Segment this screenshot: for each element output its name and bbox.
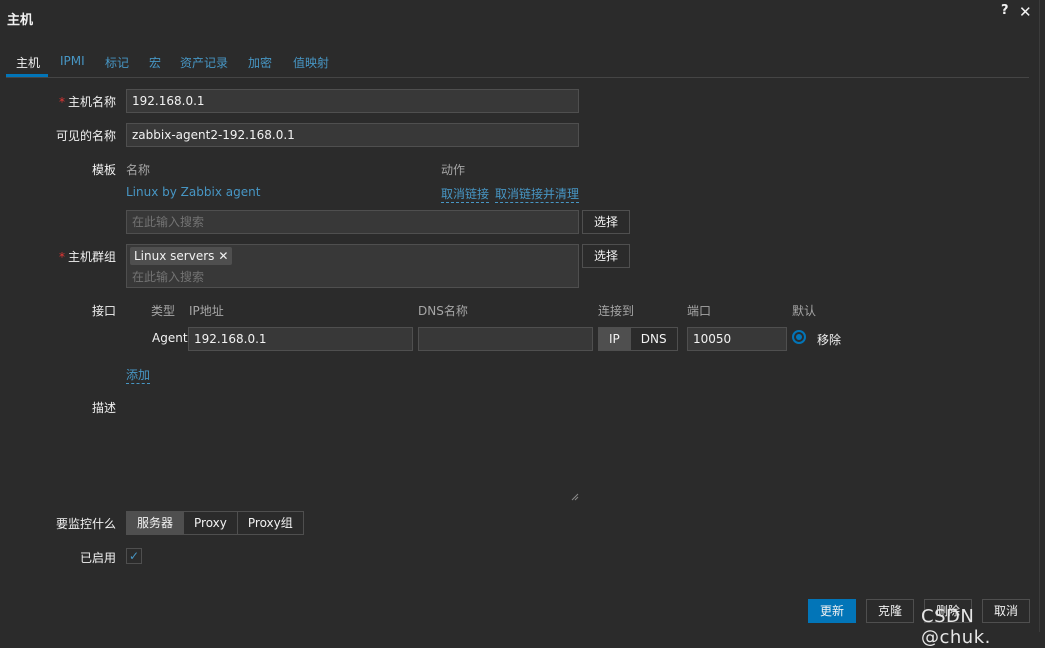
tab-value-mapping[interactable]: 值映射 (293, 54, 329, 71)
unlink-link[interactable]: 取消链接 (441, 185, 490, 203)
close-icon[interactable]: ✕ (1019, 3, 1032, 21)
watermark: CSDN @chuk. (921, 606, 991, 648)
iface-connect-toggle: IP DNS (598, 327, 678, 351)
iface-ip-header: IP地址 (189, 304, 224, 318)
host-groups-search-placeholder[interactable]: 在此输入搜索 (132, 268, 204, 285)
visible-name-label: 可见的名称 (55, 129, 116, 143)
connect-dns-option[interactable]: DNS (629, 327, 678, 351)
template-link[interactable]: Linux by Zabbix agent (126, 185, 260, 199)
dialog-title: 主机 (7, 13, 34, 28)
add-interface-link[interactable]: 添加 (126, 366, 151, 384)
template-name-header: 名称 (126, 163, 151, 177)
host-groups-label: * 主机群组 (58, 250, 116, 264)
host-name-label: * 主机名称 (58, 95, 116, 109)
templates-label: 模板 (91, 163, 116, 177)
iface-type-value: Agent (152, 331, 188, 345)
help-icon[interactable]: ? (1001, 3, 1009, 18)
tab-bar: 主机 IPMI 标记 宏 资产记录 加密 值映射 (6, 50, 1029, 78)
tab-encryption[interactable]: 加密 (248, 54, 272, 71)
tab-ipmi[interactable]: IPMI (60, 54, 85, 68)
tab-macros[interactable]: 宏 (149, 54, 161, 71)
monitored-by-label: 要监控什么 (55, 517, 116, 531)
monitored-by-server[interactable]: 服务器 (126, 511, 185, 535)
tab-tags[interactable]: 标记 (105, 54, 129, 71)
unlink-and-clear-link[interactable]: 取消链接并清理 (495, 185, 580, 203)
description-textarea[interactable] (126, 398, 579, 501)
host-group-chip: Linux servers ✕ (130, 247, 233, 265)
required-marker: * (58, 95, 65, 109)
template-search-input[interactable]: 在此输入搜索 (126, 210, 579, 234)
iface-type-header: 类型 (151, 304, 176, 318)
host-name-input[interactable]: 192.168.0.1 (126, 89, 579, 113)
template-action-header: 动作 (441, 163, 466, 177)
enabled-checkbox[interactable]: ✓ (126, 548, 142, 564)
interfaces-label: 接口 (91, 304, 116, 318)
monitored-by-proxy[interactable]: Proxy (183, 511, 238, 535)
monitored-by-toggle: 服务器 Proxy Proxy组 (126, 511, 304, 535)
resize-handle-icon[interactable] (571, 493, 579, 501)
description-label: 描述 (91, 401, 116, 415)
required-marker: * (58, 250, 65, 264)
active-tab-indicator (6, 74, 48, 77)
iface-port-header: 端口 (687, 304, 712, 318)
connect-ip-option[interactable]: IP (598, 327, 631, 351)
template-select-button[interactable]: 选择 (582, 210, 630, 234)
host-groups-select-button[interactable]: 选择 (582, 244, 630, 268)
tab-inventory[interactable]: 资产记录 (180, 54, 228, 71)
iface-port-input[interactable]: 10050 (687, 327, 787, 351)
iface-dns-input[interactable] (418, 327, 593, 351)
iface-default-radio[interactable] (792, 330, 806, 344)
update-button[interactable]: 更新 (808, 599, 856, 623)
iface-remove-link[interactable]: 移除 (817, 331, 841, 348)
iface-dns-header: DNS名称 (418, 304, 468, 318)
monitored-by-proxy-group[interactable]: Proxy组 (236, 511, 304, 535)
chip-remove-icon[interactable]: ✕ (218, 249, 228, 263)
visible-name-input[interactable]: zabbix-agent2-192.168.0.1 (126, 123, 579, 147)
clone-button[interactable]: 克隆 (866, 599, 914, 623)
iface-default-header: 默认 (792, 304, 817, 318)
enabled-label: 已启用 (79, 551, 116, 565)
host-dialog: 主机 ? ✕ 主机 IPMI 标记 宏 资产记录 加密 值映射 * 主机名称 19… (0, 0, 1040, 632)
tab-host[interactable]: 主机 (16, 54, 40, 71)
iface-connect-header: 连接到 (598, 304, 635, 318)
iface-ip-input[interactable]: 192.168.0.1 (188, 327, 413, 351)
